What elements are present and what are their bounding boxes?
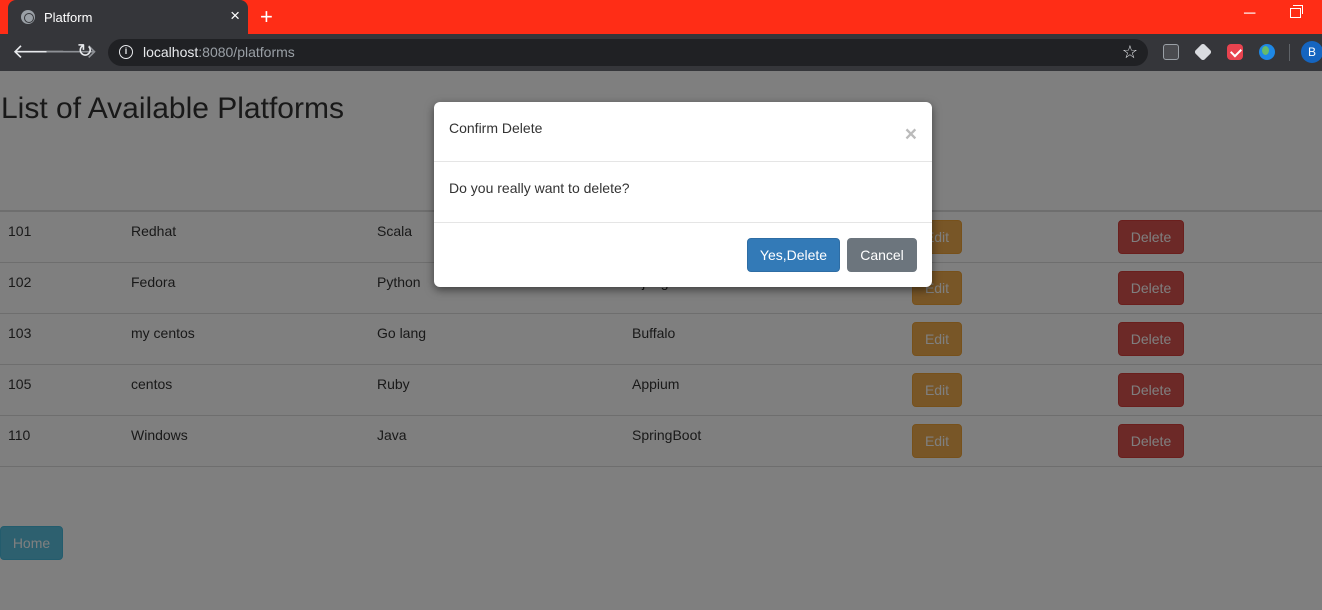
confirm-delete-button[interactable]: Yes,Delete bbox=[747, 238, 840, 272]
toolbar-divider bbox=[1289, 44, 1290, 61]
new-tab-icon[interactable]: + bbox=[260, 5, 273, 29]
bookmark-star-icon[interactable]: ☆ bbox=[1122, 41, 1138, 63]
extension-cube-icon[interactable] bbox=[1193, 42, 1213, 62]
modal-message: Do you really want to delete? bbox=[449, 180, 630, 196]
globe-icon bbox=[21, 10, 35, 24]
restore-window-icon[interactable] bbox=[1290, 5, 1303, 18]
profile-avatar[interactable]: B bbox=[1301, 41, 1322, 63]
modal-body: Do you really want to delete? bbox=[434, 162, 932, 223]
browser-toolbar: 🡐 🡒 ↻ i localhost:8080/platforms ☆ B bbox=[0, 34, 1322, 71]
close-tab-icon[interactable]: × bbox=[230, 7, 240, 25]
url-path: :8080/platforms bbox=[198, 44, 295, 60]
modal-title: Confirm Delete bbox=[449, 120, 543, 136]
globe-extension-icon[interactable] bbox=[1259, 44, 1275, 60]
cancel-button[interactable]: Cancel bbox=[847, 238, 917, 272]
address-bar[interactable]: i localhost:8080/platforms ☆ bbox=[108, 39, 1148, 66]
browser-title-bar: Platform × + ─ bbox=[0, 0, 1322, 34]
modal-header: Confirm Delete × bbox=[434, 102, 932, 162]
reload-icon[interactable]: ↻ bbox=[77, 40, 93, 64]
confirm-delete-modal: Confirm Delete × Do you really want to d… bbox=[434, 102, 932, 287]
url-host: localhost bbox=[143, 44, 199, 60]
url-text: localhost:8080/platforms bbox=[143, 44, 295, 60]
browser-tab[interactable]: Platform × bbox=[8, 0, 248, 34]
close-icon[interactable]: × bbox=[905, 124, 917, 145]
extension-icon[interactable] bbox=[1163, 44, 1179, 60]
info-icon[interactable]: i bbox=[119, 45, 133, 59]
minimize-icon[interactable]: ─ bbox=[1244, 5, 1255, 23]
tab-title: Platform bbox=[44, 10, 93, 25]
pocket-icon[interactable] bbox=[1227, 44, 1243, 60]
